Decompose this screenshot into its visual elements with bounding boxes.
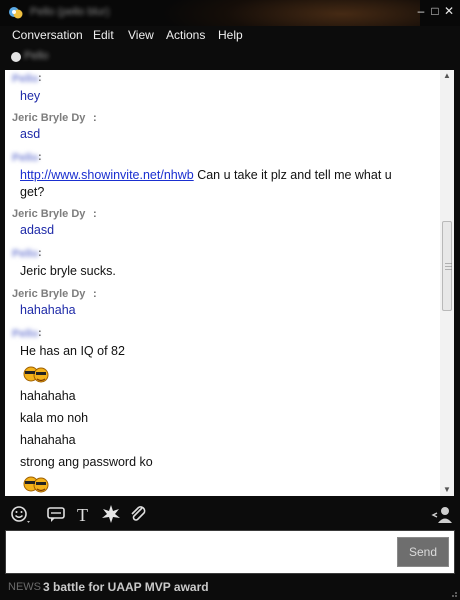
- sender-colon: :: [93, 208, 97, 220]
- message-line: hey: [20, 89, 41, 103]
- message-line: http://www.showinvite.net/nhwb Can u tak…: [20, 167, 392, 184]
- sender-name: Jeric Bryle Dy: [12, 288, 86, 300]
- attach-file-icon[interactable]: [127, 503, 149, 525]
- wink-icon[interactable]: [45, 503, 67, 525]
- sender-colon: :: [93, 112, 97, 124]
- scroll-up-icon[interactable]: ▲: [440, 70, 454, 82]
- news-headline-link[interactable]: 3 battle for UAAP MVP award: [43, 580, 209, 594]
- menu-actions[interactable]: Actions: [166, 28, 205, 42]
- emoticon-icon: [23, 366, 49, 383]
- scroll-down-icon[interactable]: ▼: [440, 484, 454, 496]
- sender-name: Pello: [12, 328, 39, 340]
- minimize-button[interactable]: –: [414, 4, 428, 18]
- message-text: Can u take it plz and tell me what u: [197, 168, 392, 182]
- font-icon[interactable]: T: [73, 503, 95, 525]
- sender-colon: :: [38, 247, 42, 259]
- message-line: adasd: [20, 223, 55, 237]
- scrollbar-thumb[interactable]: — — —: [442, 221, 452, 311]
- message-line: get?: [20, 185, 45, 199]
- sender-colon: :: [38, 327, 42, 339]
- scroll-grip-icon: — — —: [445, 260, 452, 273]
- message-line: kala mo noh: [20, 411, 89, 425]
- formatting-toolbar: T: [0, 500, 460, 528]
- show-contact-icon[interactable]: [431, 503, 453, 525]
- news-bar: NEWS 3 battle for UAAP MVP award: [0, 576, 460, 600]
- conversation-pane[interactable]: Pello : hey Jeric Bryle Dy : asd Pello :…: [5, 70, 440, 496]
- sender-colon: :: [38, 72, 42, 84]
- title-bar: Pello (pello blur) – □ ✕: [0, 0, 460, 26]
- contact-status-name: Pello: [24, 50, 49, 62]
- sender-colon: :: [93, 288, 97, 300]
- send-button[interactable]: Send: [397, 537, 449, 567]
- sender-colon: :: [38, 151, 42, 163]
- sender-name: Pello: [12, 152, 39, 164]
- news-label: NEWS: [8, 581, 41, 593]
- sender-name: Jeric Bryle Dy: [12, 208, 86, 220]
- close-button[interactable]: ✕: [442, 4, 456, 18]
- message-line: He has an IQ of 82: [20, 344, 125, 358]
- emoticon-picker-icon[interactable]: [9, 503, 31, 525]
- message-line: asd: [20, 127, 41, 141]
- status-row: Pello: [0, 46, 460, 68]
- message-line: Jeric bryle sucks.: [20, 264, 116, 278]
- nudge-icon[interactable]: [100, 503, 122, 525]
- sender-name: Jeric Bryle Dy: [12, 112, 86, 124]
- decorative-swirl: [160, 0, 420, 26]
- emoticon-icon: [23, 476, 49, 493]
- conversation-scrollbar[interactable]: ▲ — — — ▼: [440, 70, 454, 496]
- sender-name: Pello: [12, 73, 39, 85]
- menu-help[interactable]: Help: [218, 28, 243, 42]
- message-line: hahahaha: [20, 433, 76, 447]
- message-line: hahahaha: [20, 389, 76, 403]
- messenger-logo-icon: [9, 7, 23, 19]
- menu-edit[interactable]: Edit: [93, 28, 114, 42]
- menu-conversation[interactable]: Conversation: [12, 28, 83, 42]
- message-line: strong ang password ko: [20, 455, 153, 469]
- menu-bar: Conversation Edit View Actions Help: [0, 26, 460, 46]
- maximize-button[interactable]: □: [428, 4, 442, 18]
- message-input[interactable]: [5, 530, 455, 574]
- resize-grip-icon[interactable]: [448, 588, 458, 598]
- menu-view[interactable]: View: [128, 28, 154, 42]
- window-title: Pello (pello blur): [30, 6, 110, 18]
- message-link[interactable]: http://www.showinvite.net/nhwb: [20, 168, 194, 182]
- svg-text:T: T: [77, 505, 88, 525]
- sender-name: Pello: [12, 248, 39, 260]
- message-line: hahahaha: [20, 303, 76, 317]
- status-indicator-icon[interactable]: [11, 52, 21, 62]
